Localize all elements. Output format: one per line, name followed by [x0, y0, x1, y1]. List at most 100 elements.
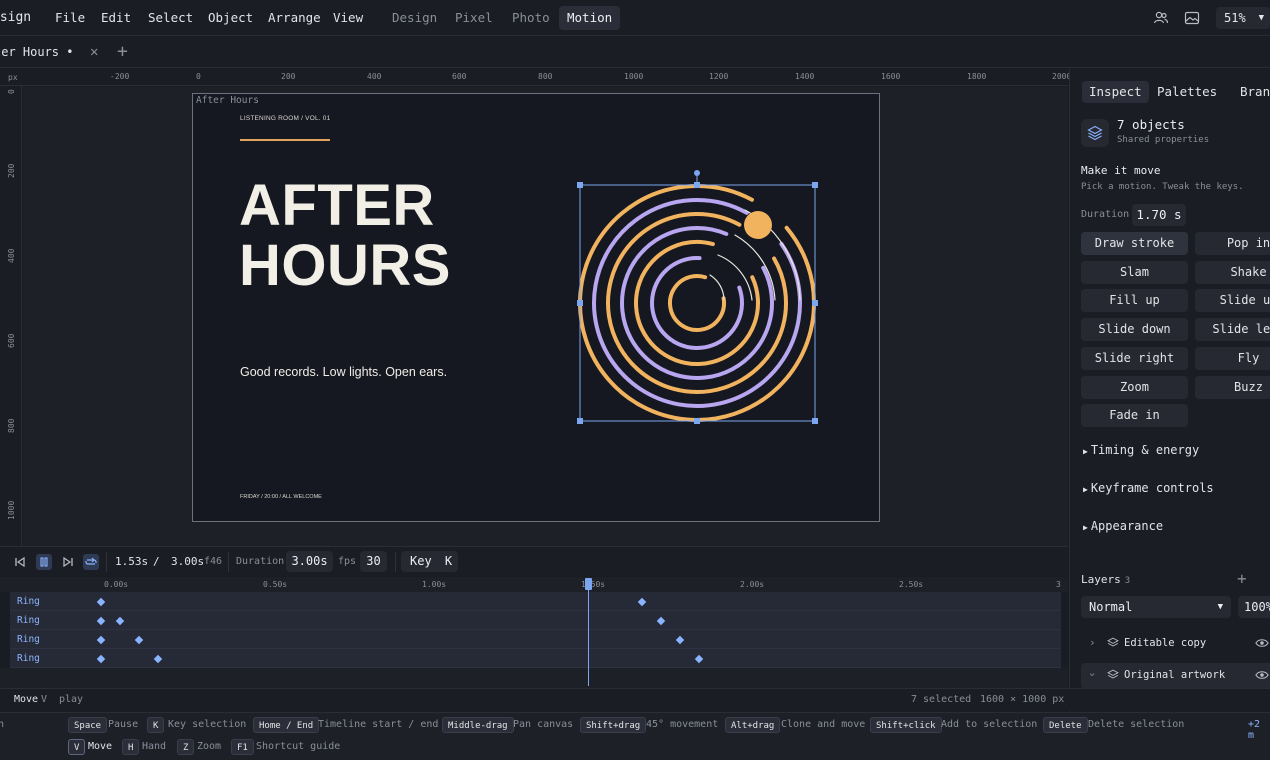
shortcut-desc: Pan canvas [513, 719, 574, 730]
menu-select[interactable]: Select [148, 10, 193, 25]
artboard-label[interactable]: After Hours [196, 95, 259, 106]
rings-artwork[interactable] [570, 165, 830, 430]
eye-icon[interactable] [1255, 637, 1269, 649]
preset-slide-down-button[interactable]: Slide down [1081, 318, 1188, 341]
title-line: HOURS [239, 233, 451, 298]
menu-object[interactable]: Object [208, 10, 253, 25]
mode-tab-pixel[interactable]: Pixel [447, 6, 501, 30]
add-layer-icon[interactable]: + [1237, 569, 1247, 588]
motion-title: Make it move [1081, 164, 1161, 177]
track-row[interactable]: Ring [10, 592, 1061, 611]
ring[interactable] [616, 222, 778, 384]
app-name[interactable]: esign [0, 10, 31, 25]
more-shortcuts-link[interactable]: +2 m [1248, 719, 1270, 741]
preset-slide-left-button[interactable]: Slide left [1195, 318, 1270, 341]
objects-badge [1081, 119, 1109, 147]
ruler-tick: 1600 [881, 72, 901, 81]
divider [395, 552, 396, 572]
preset-slide-up-button[interactable]: Slide up [1195, 289, 1270, 312]
ruler-tick: 400 [367, 72, 382, 81]
track-row[interactable]: Ring [10, 630, 1061, 649]
ring[interactable] [666, 272, 729, 335]
layer-name: Editable copy [1124, 637, 1207, 649]
zoom-select[interactable]: 51% ▼ [1216, 7, 1270, 29]
selection-title: 7 objects [1117, 117, 1185, 132]
timeline-tracks: Ring Ring Ring Ring [10, 592, 1061, 668]
chevron-right-icon[interactable]: › [1089, 636, 1096, 649]
loop-icon[interactable] [83, 554, 99, 570]
preset-buzz-button[interactable]: Buzz [1195, 376, 1270, 399]
section-keyframe-controls[interactable]: ▶ Keyframe controls [1083, 481, 1214, 495]
shortcut-key: Middle-drag [442, 717, 514, 733]
preset-slide-right-button[interactable]: Slide right [1081, 347, 1188, 370]
section-timing-energy[interactable]: ▶ Timing & energy [1083, 443, 1199, 457]
preset-shake-button[interactable]: Shake [1195, 261, 1270, 284]
preset-draw-stroke-button[interactable]: Draw stroke [1081, 232, 1188, 255]
resize-handles[interactable] [577, 182, 818, 424]
preset-fade-in-button[interactable]: Fade in [1081, 404, 1188, 427]
tab-inspect[interactable]: Inspect [1082, 81, 1149, 103]
guide-arc [709, 274, 725, 301]
track-label: Ring [17, 634, 40, 645]
accent-rule[interactable] [240, 139, 330, 141]
sun-dot[interactable] [744, 211, 772, 239]
people-icon[interactable] [1153, 10, 1169, 26]
rotation-handle[interactable] [694, 170, 700, 176]
artboard-eyebrow[interactable]: LISTENING ROOM / VOL. 01 [240, 115, 330, 122]
document-tab[interactable]: ter Hours • [0, 45, 73, 59]
playback-state: play [59, 694, 84, 705]
tab-palettes[interactable]: Palettes [1150, 81, 1224, 103]
section-label: Keyframe controls [1090, 481, 1214, 495]
shortcut-key: K [147, 717, 165, 733]
artboard-tagline[interactable]: Good records. Low lights. Open ears. [240, 365, 447, 379]
preset-fly-button[interactable]: Fly [1195, 347, 1270, 370]
add-tab-icon[interactable]: + [117, 41, 128, 62]
close-icon[interactable]: ✕ [90, 44, 98, 60]
shortcut-key: F1 [231, 739, 254, 755]
mode-tab-motion[interactable]: Motion [559, 6, 621, 30]
menu-arrange[interactable]: Arrange [268, 10, 321, 25]
menu-edit[interactable]: Edit [101, 10, 131, 25]
duration-input[interactable]: 1.70 s [1132, 204, 1186, 226]
eye-icon[interactable] [1255, 669, 1269, 681]
menu-file[interactable]: File [55, 10, 85, 25]
chevron-down-icon[interactable]: › [1086, 671, 1099, 678]
track-row[interactable]: Ring [10, 611, 1061, 630]
playhead[interactable] [588, 578, 589, 686]
fps-input[interactable]: 30 [360, 551, 387, 572]
opacity-input[interactable]: 100% [1238, 596, 1270, 618]
menu-view[interactable]: View [333, 10, 363, 25]
ruler-tick: 800 [7, 418, 16, 433]
artboard-title[interactable]: AFTER HOURS [239, 176, 451, 296]
artboard-footer[interactable]: FRIDAY / 20:00 / ALL WELCOME [240, 494, 322, 500]
tab-brand[interactable]: Brand [1233, 81, 1270, 103]
section-appearance[interactable]: ▶ Appearance [1083, 519, 1163, 533]
shortcut-desc: Shortcut guide [256, 741, 341, 752]
preset-slam-button[interactable]: Slam [1081, 261, 1188, 284]
blend-mode-value: Normal [1089, 600, 1133, 614]
ruler-tick: 200 [281, 72, 296, 81]
layer-item-editable-copy[interactable]: › Editable copy [1081, 631, 1270, 657]
preset-zoom-button[interactable]: Zoom [1081, 376, 1188, 399]
preset-fill-up-button[interactable]: Fill up [1081, 289, 1188, 312]
pause-icon[interactable] [36, 554, 52, 570]
shortcut-bar: n Space Pause K Key selection Home / End… [0, 712, 1270, 760]
timeline-duration-input[interactable]: 3.00s [286, 551, 333, 572]
ruler-tick: 1200 [709, 72, 729, 81]
skip-start-icon[interactable] [12, 554, 28, 570]
layer-item-original-artwork[interactable]: › Original artwork [1081, 663, 1270, 689]
ring[interactable] [639, 245, 754, 360]
ring[interactable] [575, 181, 818, 424]
preset-pop-in-button[interactable]: Pop in [1195, 232, 1270, 255]
shortcut-key: Shift+click [870, 717, 942, 733]
track-row[interactable]: Ring [10, 649, 1061, 668]
key-button[interactable]: Key K [401, 551, 458, 572]
selection-count: 7 selected [911, 694, 972, 705]
mode-tab-photo[interactable]: Photo [504, 6, 558, 30]
skip-end-icon[interactable] [60, 554, 76, 570]
key-shortcut: K [444, 554, 453, 568]
timeline-ruler[interactable]: 0.00s 0.50s 1.00s 1.50s 2.00s 2.50s 3 [0, 577, 1068, 592]
image-icon[interactable] [1184, 10, 1200, 26]
mode-tab-design[interactable]: Design [384, 6, 445, 30]
blend-mode-select[interactable]: Normal ▼ [1081, 596, 1231, 618]
